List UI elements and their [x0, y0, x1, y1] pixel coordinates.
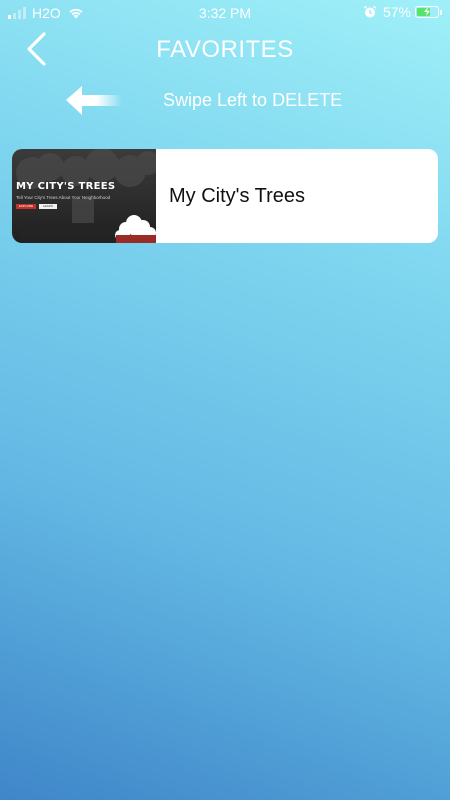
- favorite-item[interactable]: MY CITY'S TREES Tell Your City's Trees A…: [12, 149, 438, 243]
- page-title: FAVORITES: [156, 36, 294, 63]
- swipe-hint-text: Swipe Left to DELETE: [163, 90, 343, 110]
- thumbnail-subtitle: Tell Your City's Trees About Your Neighb…: [16, 195, 111, 200]
- thumbnail-title: MY CITY'S TREES: [16, 181, 116, 192]
- battery-icon: [415, 6, 439, 18]
- alarm-clock-icon: [363, 5, 377, 18]
- charging-bolt-icon: [424, 7, 430, 16]
- status-bar: H2O 3:32 PM 57%: [0, 0, 450, 26]
- thumbnail-primary-button: EXPLORE: [16, 204, 36, 209]
- battery-cap: [440, 9, 442, 15]
- favorite-thumbnail: MY CITY'S TREES Tell Your City's Trees A…: [12, 149, 156, 243]
- favorite-item-label: My City's Trees: [169, 184, 306, 207]
- arrow-left-icon: [66, 86, 122, 115]
- battery-percent: 57%: [382, 4, 411, 20]
- status-right: 57%: [363, 4, 442, 20]
- thumbnail-secondary-button: LEARN: [39, 204, 57, 209]
